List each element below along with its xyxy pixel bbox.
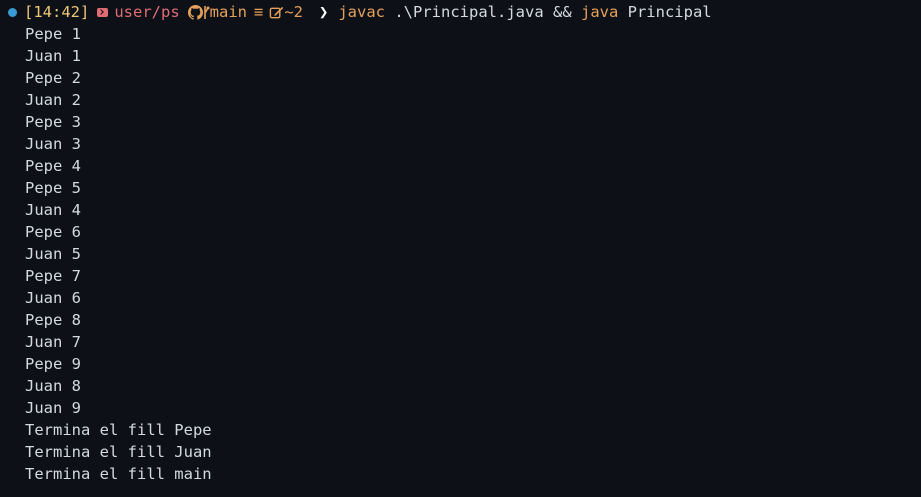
output-line: Juan 9	[25, 399, 81, 417]
output-line: Pepe 7	[25, 267, 81, 285]
output-line: Pepe 1	[25, 25, 81, 43]
output-line: Pepe 8	[25, 311, 81, 329]
command-javac: javac	[338, 3, 386, 21]
output-line: Juan 5	[25, 245, 81, 263]
output-line: Juan 6	[25, 289, 81, 307]
prompt-time: [14:42]	[24, 3, 90, 21]
output-line: Juan 8	[25, 377, 81, 395]
output-line: Juan 3	[25, 135, 81, 153]
github-icon	[187, 4, 210, 20]
powershell-icon	[97, 7, 109, 17]
output-line: Pepe 4	[25, 157, 81, 175]
output-line: Pepe 3	[25, 113, 81, 131]
edit-icon	[269, 5, 284, 20]
output-line: Juan 4	[25, 201, 81, 219]
prompt-chevron: ❯	[319, 3, 329, 21]
output-line: Juan 1	[25, 47, 81, 65]
status-dot-icon	[8, 7, 17, 17]
output-line: Termina el fill Pepe	[25, 421, 212, 439]
terminal-output: Pepe 1 Juan 1 Pepe 2 Juan 2 Pepe 3 Juan …	[25, 23, 212, 485]
output-line: Pepe 5	[25, 179, 81, 197]
prompt-branch: main	[209, 3, 247, 21]
prompt-changes: ~2	[284, 3, 303, 21]
prompt-line: [14:42] user/ps main ≡ ~2 ❯ javac .\Prin…	[8, 2, 712, 22]
output-line: Juan 2	[25, 91, 81, 109]
output-line: Pepe 9	[25, 355, 81, 373]
output-line: Termina el fill main	[25, 465, 212, 483]
output-line: Pepe 2	[25, 69, 81, 87]
terminal-window[interactable]: [14:42] user/ps main ≡ ~2 ❯ javac .\Prin…	[0, 0, 921, 497]
output-line: Pepe 6	[25, 223, 81, 241]
prompt-user-path: user/ps	[114, 3, 180, 21]
command-java: java	[580, 3, 619, 21]
output-line: Juan 7	[25, 333, 81, 351]
output-line: Termina el fill Juan	[25, 443, 212, 461]
command-javac-args: .\Principal.java &&	[385, 3, 581, 21]
command-java-args: Principal	[618, 3, 712, 21]
prompt-sync-status: ≡	[253, 3, 264, 21]
